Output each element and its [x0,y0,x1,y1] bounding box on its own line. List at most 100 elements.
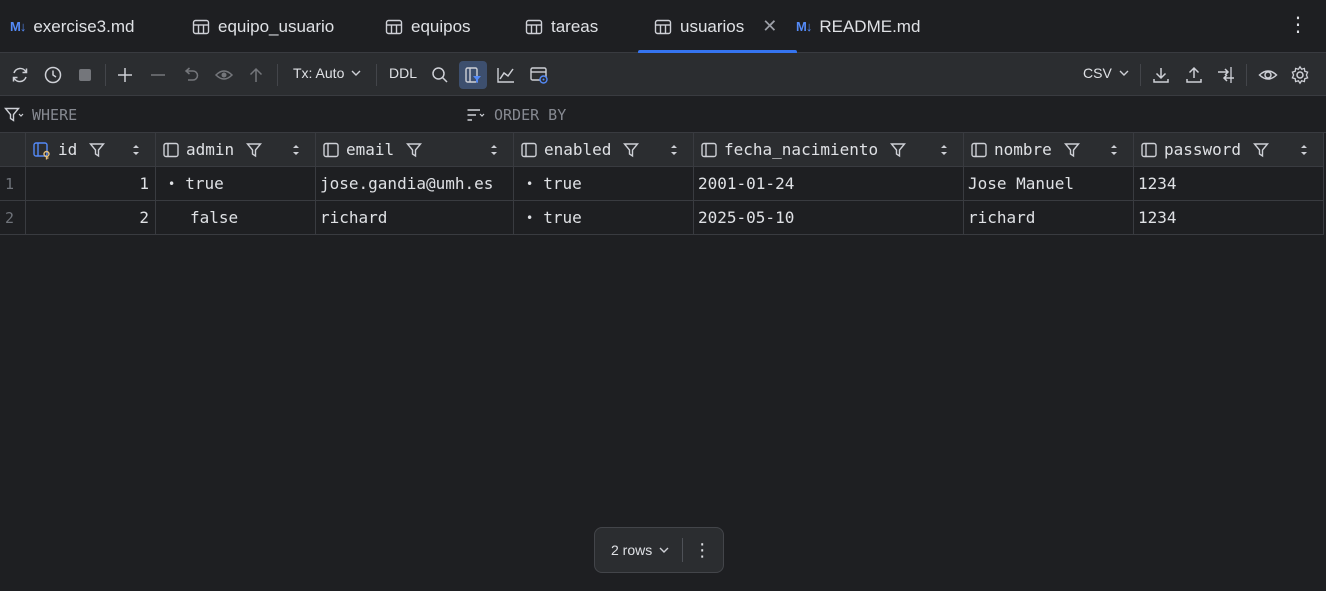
toolbar-divider [105,64,106,86]
cell-admin[interactable]: false [156,201,316,235]
cell-id[interactable]: 2 [26,201,156,235]
refresh-icon[interactable] [8,63,32,87]
row-number[interactable]: 2 [0,201,26,235]
column-header-email[interactable]: email [316,133,514,167]
true-bullet-icon: • [168,176,176,191]
cell-email[interactable]: richard [316,201,514,235]
column-header-nombre[interactable]: nombre [964,133,1134,167]
history-clock-icon[interactable] [41,63,65,87]
submit-up-arrow-icon[interactable] [244,63,268,87]
toolbar-divider [376,64,377,86]
table-row[interactable]: 1 1 • true jose.gandia@umh.es • true 200… [0,167,1324,201]
cell-admin[interactable]: • true [156,167,316,201]
true-bullet-icon: • [526,176,534,191]
sort-lines-icon [467,108,485,121]
tab-equipo-usuario[interactable]: equipo_usuario [192,0,334,53]
cell-enabled[interactable]: • true [514,201,694,235]
sort-arrows-icon[interactable] [1299,142,1309,158]
column-name: admin [186,140,235,159]
cell-password[interactable]: 1234 [1134,201,1324,235]
cell-value: true [543,208,582,227]
filter-panel-toggle-icon[interactable] [459,61,487,89]
more-options-icon[interactable]: ⋮ [693,540,711,561]
column-name: email [346,140,395,159]
cell-email[interactable]: jose.gandia@umh.es [316,167,514,201]
table-icon [192,19,210,34]
tab-usuarios[interactable]: usuarios ✕ [637,0,798,54]
funnel-icon[interactable] [1063,142,1080,158]
results-grid: id admin email enabled fecha_nacimiento [0,133,1324,235]
funnel-icon[interactable] [89,142,106,158]
gear-icon[interactable] [1288,63,1312,87]
row-number[interactable]: 1 [0,167,26,201]
download-icon[interactable] [1149,63,1173,87]
transaction-mode-label: Tx: Auto [293,65,345,81]
delete-row-icon[interactable] [146,63,170,87]
view-settings-icon[interactable] [527,63,551,87]
stop-icon[interactable] [73,63,97,87]
cell-password[interactable]: 1234 [1134,167,1324,201]
tab-readme-md[interactable]: M↓ README.md [796,0,920,53]
where-filter-input[interactable]: WHERE [4,96,77,133]
order-by-input[interactable]: ORDER BY [466,96,566,133]
sort-arrows-icon[interactable] [291,142,301,158]
tab-label: equipos [411,16,471,36]
add-row-icon[interactable] [113,63,137,87]
markdown-icon: M↓ [796,19,812,34]
funnel-icon[interactable] [406,142,423,158]
chart-icon[interactable] [494,63,518,87]
cell-nombre[interactable]: Jose Manuel [964,167,1134,201]
transaction-mode-dropdown[interactable]: Tx: Auto [293,65,362,81]
cell-fecha-nacimiento[interactable]: 2025-05-10 [694,201,964,235]
funnel-icon[interactable] [1253,142,1270,158]
column-header-enabled[interactable]: enabled [514,133,694,167]
tab-equipos[interactable]: equipos [385,0,471,53]
cell-fecha-nacimiento[interactable]: 2001-01-24 [694,167,964,201]
column-header-id[interactable]: id [26,133,156,167]
preview-changes-icon[interactable] [212,63,236,87]
sort-arrows-icon[interactable] [131,142,141,158]
column-header-password[interactable]: password [1134,133,1324,167]
column-header-fecha-nacimiento[interactable]: fecha_nacimiento [694,133,964,167]
upload-icon[interactable] [1182,63,1206,87]
eye-icon[interactable] [1256,63,1280,87]
sort-arrows-icon[interactable] [939,142,949,158]
cell-nombre[interactable]: richard [964,201,1134,235]
sort-arrows-icon[interactable] [669,142,679,158]
cell-id[interactable]: 1 [26,167,156,201]
column-name: fecha_nacimiento [724,140,879,159]
column-icon [323,142,339,157]
table-icon [385,19,403,34]
column-header-admin[interactable]: admin [156,133,316,167]
export-format-dropdown[interactable]: CSV [1083,65,1130,81]
ddl-button[interactable]: DDL [389,65,417,81]
row-count-label: 2 rows [611,542,653,558]
markdown-icon: M↓ [10,19,26,34]
cell-value: true [543,174,582,193]
close-icon[interactable]: ✕ [762,16,777,37]
table-icon [654,19,672,34]
funnel-icon[interactable] [890,142,907,158]
more-tabs-icon[interactable]: ⋮ [1288,15,1308,35]
funnel-icon[interactable] [246,142,263,158]
chevron-down-icon [351,70,361,76]
chevron-down-icon [1119,70,1129,76]
compare-arrows-icon[interactable] [1214,63,1238,87]
row-count-dropdown[interactable]: 2 rows [611,542,670,558]
column-icon [971,142,987,157]
table-row[interactable]: 2 2 false richard • true 2025-05-10 rich… [0,201,1324,235]
cell-enabled[interactable]: • true [514,167,694,201]
filter-bar: WHERE ORDER BY [0,96,1326,133]
primary-key-column-icon [33,141,50,159]
column-name: password [1164,140,1242,159]
funnel-icon[interactable] [623,142,640,158]
search-icon[interactable] [428,63,452,87]
tab-tareas[interactable]: tareas [525,0,598,53]
tab-exercise3-md[interactable]: M↓ exercise3.md [10,0,134,53]
revert-icon[interactable] [179,63,203,87]
where-placeholder: WHERE [32,105,78,124]
sort-arrows-icon[interactable] [489,142,499,158]
sort-arrows-icon[interactable] [1109,142,1119,158]
row-number-header[interactable] [0,133,26,167]
toolbar-divider [1246,64,1247,86]
